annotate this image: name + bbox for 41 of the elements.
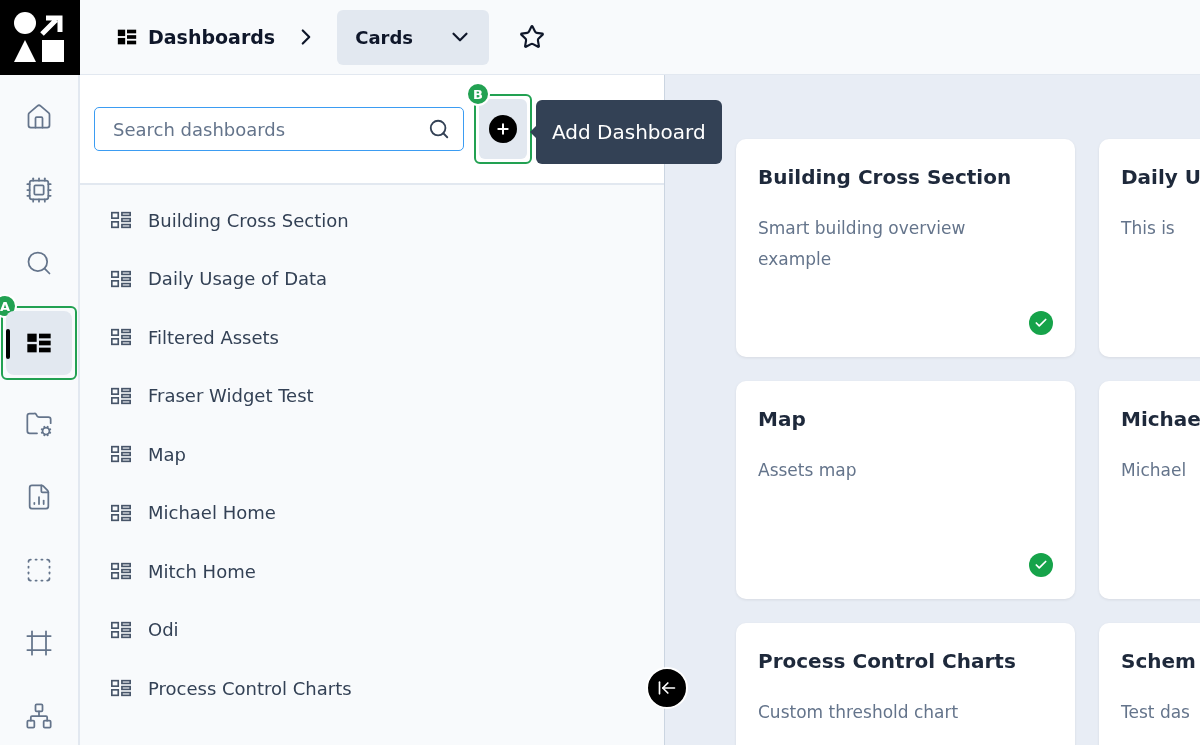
dashboard-item[interactable]: Building Cross Section <box>148 209 349 231</box>
card-title: Building Cross Section <box>758 165 1013 189</box>
tooltip-arrow <box>530 126 536 138</box>
dashboard-item[interactable]: Map <box>148 443 186 465</box>
dashboard-item[interactable]: Process Control Charts <box>148 677 352 699</box>
dashboard-card[interactable]: Michae Michael <box>1099 381 1200 599</box>
card-title: Michae <box>1121 407 1200 431</box>
annotation-badge: B <box>466 82 490 106</box>
dashboard-item[interactable]: Fraser Widget Test <box>148 385 314 407</box>
card-description: Custom threshold chart <box>758 701 960 724</box>
chip-icon <box>25 175 53 204</box>
dashboard-card[interactable]: Process Control Charts Custom threshold chart <box>736 623 1075 745</box>
dashboard-card[interactable]: Map Assets map <box>736 381 1075 599</box>
dashboard-dropdown[interactable]: Cards <box>337 9 490 65</box>
card-title: Process Control Charts <box>758 649 1017 673</box>
home-icon <box>25 102 53 131</box>
card-description: This is <box>1121 217 1176 240</box>
collapse-icon <box>657 678 677 698</box>
card-description: Michael <box>1121 459 1188 482</box>
breadcrumb-link[interactable]: Dashboards <box>148 26 276 48</box>
card-description: Assets map <box>758 459 858 482</box>
search-field[interactable]: Search dashboards <box>94 107 464 151</box>
frame-icon <box>25 628 53 657</box>
dashboard-item[interactable]: Filtered Assets <box>148 326 279 348</box>
dashboard-item[interactable]: Odi <box>148 619 179 641</box>
dashboard-card[interactable]: Daily U This is <box>1099 139 1200 357</box>
star-icon[interactable] <box>519 24 546 50</box>
card-title: Daily U <box>1121 165 1200 189</box>
dashboard-item[interactable]: Daily Usage of Data <box>148 268 328 290</box>
card-description: Smart building overview example <box>758 217 967 271</box>
plus-icon <box>495 121 511 137</box>
dashboard-item[interactable]: Mitch Home <box>148 560 256 582</box>
card-title: Schem <box>1121 649 1197 673</box>
card-title: Map <box>758 407 807 431</box>
network-icon <box>25 701 53 730</box>
dashboard-item[interactable]: Michael Home <box>148 502 276 524</box>
search-icon <box>428 118 450 140</box>
dashboard-card[interactable]: Building Cross Section Smart building overview example <box>736 139 1075 357</box>
dashboard-card[interactable]: Schem Test das <box>1099 623 1200 745</box>
card-description: Test das <box>1121 701 1191 724</box>
logo[interactable] <box>0 0 80 75</box>
